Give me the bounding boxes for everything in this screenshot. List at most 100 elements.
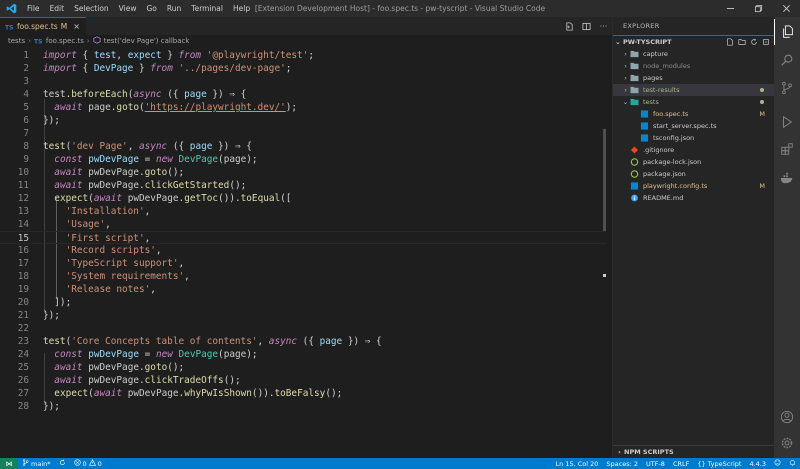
- code-line[interactable]: 20 ]);: [0, 296, 606, 309]
- untracked-dot-icon: [760, 100, 764, 104]
- workspace-section-header[interactable]: ⌄ PW-TYSCRIPT: [613, 35, 774, 48]
- code-line[interactable]: 21});: [0, 309, 606, 322]
- source-control-icon[interactable]: [774, 75, 800, 101]
- run-debug-icon[interactable]: [774, 109, 800, 135]
- code-line[interactable]: 15 'First script',: [0, 231, 606, 244]
- code-line[interactable]: 1 import { test, expect } from '@playwrig…: [0, 49, 606, 62]
- tree-item-package-json[interactable]: package.json: [613, 168, 774, 180]
- code-line[interactable]: 27 expect(await pwDevPage.whyPwIsShown()…: [0, 387, 606, 400]
- code-token: toEqual: [240, 193, 281, 204]
- extensions-icon[interactable]: [774, 136, 800, 162]
- end-of-line[interactable]: CRLF: [669, 460, 693, 468]
- code-token: page: [223, 349, 247, 360]
- new-folder-icon[interactable]: [738, 38, 746, 46]
- code-text: ]);: [43, 296, 71, 309]
- feedback-icon: [774, 459, 781, 468]
- code-line[interactable]: 28});: [0, 400, 606, 413]
- search-icon[interactable]: [774, 47, 800, 73]
- tree-item-capture[interactable]: › capture: [613, 48, 774, 60]
- npm-scripts-section[interactable]: › NPM SCRIPTS: [613, 445, 774, 458]
- feedback-button[interactable]: [770, 459, 785, 468]
- settings-gear-icon[interactable]: [774, 430, 800, 456]
- menu-selection[interactable]: Selection: [69, 0, 114, 17]
- files-icon[interactable]: [774, 19, 800, 45]
- code-line[interactable]: 4 test.beforeEach(async ({ page }) ⇒ {: [0, 88, 606, 101]
- menu-file[interactable]: File: [22, 0, 45, 17]
- code-line[interactable]: 7: [0, 127, 606, 140]
- tab-foo-spec-ts[interactable]: TS foo.spec.ts M ×: [0, 17, 86, 35]
- tree-item-start-server-spec-ts[interactable]: start_server.spec.ts: [613, 120, 774, 132]
- tree-item-pages[interactable]: › pages: [613, 72, 774, 84]
- indentation[interactable]: Spaces: 2: [602, 460, 642, 468]
- code-line[interactable]: 22: [0, 322, 606, 335]
- code-text: await pwDevPage.goto();: [43, 166, 184, 179]
- code-token: {: [76, 63, 94, 74]
- minimize-button[interactable]: [716, 0, 744, 17]
- code-line[interactable]: 23 test('Core Concepts table of contents'…: [0, 335, 606, 348]
- tree-item-readme-md[interactable]: README.md: [613, 192, 774, 204]
- menu-go[interactable]: Go: [141, 0, 161, 17]
- code-editor[interactable]: 1 import { test, expect } from '@playwrig…: [0, 47, 612, 442]
- code-line[interactable]: 24 const pwDevPage = new DevPage(page);: [0, 348, 606, 361]
- restore-button[interactable]: [744, 0, 772, 17]
- new-file-icon[interactable]: [726, 38, 734, 46]
- code-line[interactable]: 26 await pwDevPage.clickTradeOffs();: [0, 374, 606, 387]
- close-tab-icon[interactable]: ×: [73, 22, 80, 31]
- menu-edit[interactable]: Edit: [45, 0, 70, 17]
- code-line[interactable]: 18 'System requirements',: [0, 270, 606, 283]
- code-line[interactable]: 2 import { DevPage } from '../pages/dev-p…: [0, 62, 606, 75]
- collapse-all-icon[interactable]: [762, 38, 770, 46]
- menu-terminal[interactable]: Terminal: [186, 0, 228, 17]
- menu-run[interactable]: Run: [162, 0, 186, 17]
- cursor-position[interactable]: Ln 15, Col 20: [552, 460, 603, 468]
- menu-help[interactable]: Help: [228, 0, 255, 17]
- close-button[interactable]: [772, 0, 800, 17]
- more-actions-icon[interactable]: ···: [599, 22, 608, 31]
- code-line[interactable]: 25 await pwDevPage.goto();: [0, 361, 606, 374]
- code-line[interactable]: 10 await pwDevPage.goto();: [0, 166, 606, 179]
- breadcrumb-item-symbol[interactable]: test('dev Page') callback: [104, 37, 190, 45]
- code-token: ([: [280, 193, 292, 204]
- code-line[interactable]: 19 'Release notes',: [0, 283, 606, 296]
- problems-indicator[interactable]: 0 0: [70, 459, 106, 468]
- code-line[interactable]: 13 'Installation',: [0, 205, 606, 218]
- code-line[interactable]: 6});: [0, 114, 606, 127]
- encoding[interactable]: UTF-8: [642, 460, 669, 468]
- code-line[interactable]: 14 'Usage',: [0, 218, 606, 231]
- tree-item-tsconfig-json[interactable]: tsconfig.json: [613, 132, 774, 144]
- tree-item-node-modules[interactable]: › node_modules: [613, 60, 774, 72]
- code-token: '@playwright/test': [206, 50, 309, 61]
- typescript-version[interactable]: 4.4.3: [745, 460, 770, 468]
- tree-item-foo-spec-ts[interactable]: foo.spec.ts M: [613, 108, 774, 120]
- refresh-icon[interactable]: [750, 38, 758, 46]
- code-text: expect(await pwDevPage.whyPwIsShown()).t…: [43, 387, 342, 400]
- remote-indicator-icon[interactable]: ⋈: [0, 458, 18, 469]
- code-line[interactable]: 17 'TypeScript support',: [0, 257, 606, 270]
- docker-icon[interactable]: [774, 165, 800, 191]
- code-line[interactable]: 11 await pwDevPage.clickGetStarted();: [0, 179, 606, 192]
- breadcrumb-item-file[interactable]: foo.spec.ts: [46, 37, 84, 45]
- tree-item-gitignore[interactable]: .gitignore: [613, 144, 774, 156]
- branch-indicator[interactable]: main*: [18, 459, 55, 468]
- code-line[interactable]: 8 test('dev Page', async ({ page }) ⇒ {: [0, 140, 606, 153]
- tree-item-playwright-config-ts[interactable]: playwright.config.ts M: [613, 180, 774, 192]
- code-line[interactable]: 9 const pwDevPage = new DevPage(page);: [0, 153, 606, 166]
- code-token: 'First script': [65, 233, 145, 244]
- tree-item-test-results[interactable]: › test-results: [613, 84, 774, 96]
- open-changes-icon[interactable]: [565, 21, 574, 31]
- account-icon[interactable]: [774, 404, 800, 430]
- language-mode[interactable]: {} TypeScript: [693, 460, 745, 468]
- tree-item-package-lock-json[interactable]: package-lock.json: [613, 156, 774, 168]
- tree-item-tests[interactable]: ⌄ tests: [613, 96, 774, 108]
- menu-view[interactable]: View: [114, 0, 142, 17]
- breadcrumb-item-tests[interactable]: tests: [8, 37, 25, 45]
- code-token: pwDevPage: [127, 193, 179, 204]
- code-line[interactable]: 16 'Record scripts',: [0, 244, 606, 257]
- code-line[interactable]: 12 expect(await pwDevPage.getToc()).toEq…: [0, 192, 606, 205]
- notifications-button[interactable]: [785, 459, 800, 468]
- code-line[interactable]: 5 await page.goto('https://playwright.de…: [0, 101, 606, 114]
- npm-file-icon: [630, 158, 639, 166]
- code-line[interactable]: 3: [0, 75, 606, 88]
- sync-button[interactable]: [55, 459, 70, 468]
- split-editor-icon[interactable]: [582, 22, 591, 31]
